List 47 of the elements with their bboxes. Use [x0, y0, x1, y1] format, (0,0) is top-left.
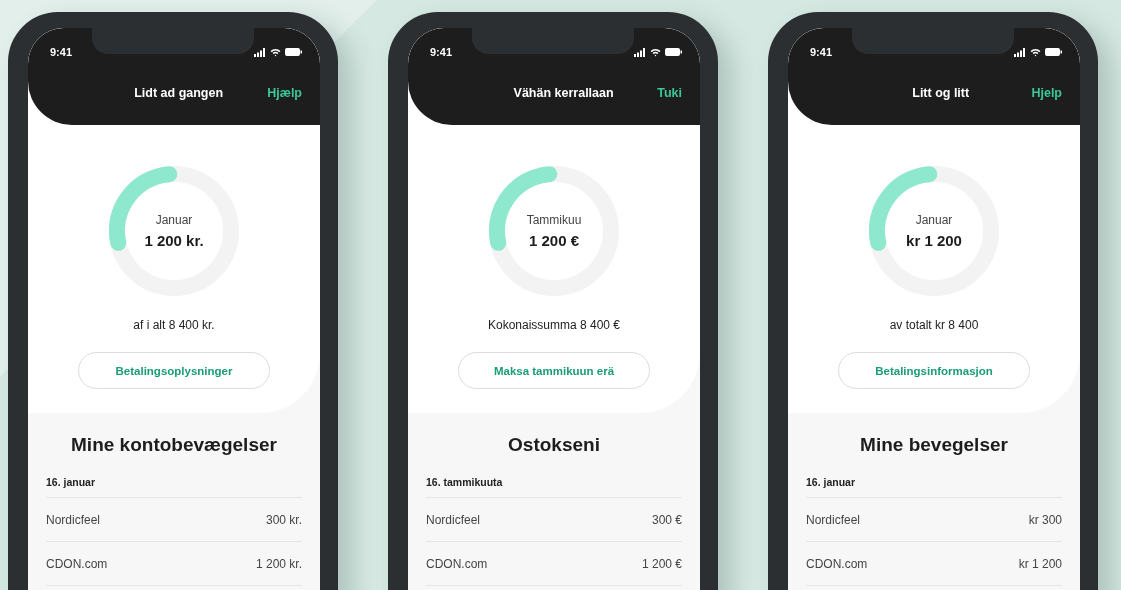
screen-title: Vähän kerrallaan [512, 86, 615, 100]
total-amount: af i alt 8 400 kr. [132, 318, 216, 332]
month-label: Tammikuu [526, 213, 582, 227]
transaction-amount: 300 kr. [265, 512, 302, 527]
section-title: Ostokseni [507, 434, 601, 456]
signal-icon [1014, 47, 1026, 57]
month-amount: 1 200 kr. [144, 232, 204, 249]
merchant-name: CDON.com [46, 556, 108, 571]
merchant-name: Nordicfeel [426, 512, 481, 527]
battery-icon [285, 48, 302, 56]
transaction-amount: kr 300 [1028, 512, 1062, 527]
merchant-name: Nordicfeel [46, 512, 101, 527]
month-amount: kr 1 200 [906, 232, 962, 249]
month-amount: 1 200 € [528, 232, 579, 249]
total-amount: Kokonaissumma 8 400 € [486, 318, 622, 332]
screen-title: Lidt ad gangen [133, 86, 225, 100]
date-heading: 16. tammikuuta [426, 476, 682, 498]
payment-button[interactable]: Betalingsoplysninger [78, 352, 270, 389]
wifi-icon [270, 47, 281, 57]
battery-icon [665, 48, 682, 56]
month-label: Januar [915, 213, 953, 227]
merchant-name: CDON.com [806, 556, 868, 571]
section-title: Mine bevegelser [859, 434, 1009, 456]
transaction-amount: kr 1 200 [1018, 556, 1062, 571]
help-link[interactable]: Hjælp [267, 86, 302, 100]
status-time: 9:41 [430, 46, 453, 58]
battery-icon [1045, 48, 1062, 56]
section-title: Mine kontobevægelser [70, 434, 278, 456]
transaction-amount: 1 200 kr. [255, 556, 302, 571]
status-time: 9:41 [50, 46, 73, 58]
month-label: Januar [155, 213, 193, 227]
status-time: 9:41 [810, 46, 833, 58]
wifi-icon [1030, 47, 1041, 57]
help-link[interactable]: Tuki [657, 86, 682, 100]
date-heading: 16. januar [46, 476, 302, 498]
date-heading: 16. januar [806, 476, 1062, 498]
total-amount: av totalt kr 8 400 [888, 318, 980, 332]
transaction-amount: 1 200 € [641, 556, 682, 571]
merchant-name: CDON.com [426, 556, 488, 571]
signal-icon [254, 47, 266, 57]
merchant-name: Nordicfeel [806, 512, 861, 527]
wifi-icon [650, 47, 661, 57]
screen-title: Litt og litt [911, 86, 971, 100]
payment-button[interactable]: Maksa tammikuun erä [458, 352, 650, 389]
help-link[interactable]: Hjelp [1031, 86, 1062, 100]
transaction-amount: 300 € [651, 512, 682, 527]
signal-icon [634, 47, 646, 57]
